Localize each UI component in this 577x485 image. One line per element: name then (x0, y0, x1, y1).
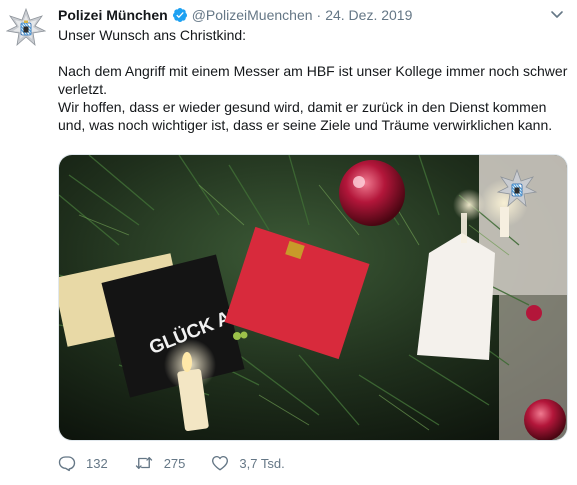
reply-button[interactable]: 132 (58, 454, 108, 472)
verified-badge-icon (172, 7, 188, 23)
retweet-icon (135, 457, 152, 469)
retweet-count: 275 (163, 455, 186, 471)
reply-count: 132 (86, 455, 108, 471)
like-button[interactable]: 3,7 Tsd. (211, 454, 285, 472)
tweet-line: Wir hoffen, dass er wieder gesund wird, … (58, 99, 547, 115)
retweet-button[interactable]: 275 (134, 454, 186, 472)
author-handle[interactable]: @PolizeiMuenchen (192, 7, 313, 23)
tweet-line: Unser Wunsch ans Christkind: (58, 27, 247, 43)
tweet-line: verletzt. (58, 81, 108, 97)
police-star-icon (5, 7, 47, 47)
tweet-text: Unser Wunsch ans Christkind: Nach dem An… (58, 26, 568, 134)
tweet-date[interactable]: 24. Dez. 2019 (325, 7, 412, 23)
tweet-actions: 132 275 3,7 Tsd. (58, 452, 311, 474)
tweet-header: Polizei München @PolizeiMuenchen · 24. D… (58, 6, 412, 24)
tweet: Polizei München @PolizeiMuenchen · 24. D… (0, 0, 577, 485)
tweet-line-gap (58, 44, 568, 62)
avatar[interactable] (5, 7, 47, 48)
tweet-photo[interactable]: GLÜCK AUF! (58, 154, 568, 441)
reply-icon (58, 456, 76, 472)
tweet-line: und, was noch wichtiger ist, dass er sei… (58, 117, 553, 133)
author-name[interactable]: Polizei München (58, 7, 168, 23)
chevron-down-icon[interactable] (549, 6, 565, 22)
christmas-tree-photo: GLÜCK AUF! (59, 155, 567, 440)
tweet-line: Nach dem Angriff mit einem Messer am HBF… (58, 63, 568, 79)
separator-dot: · (316, 7, 322, 23)
heart-icon (212, 455, 229, 471)
like-count: 3,7 Tsd. (239, 455, 285, 471)
